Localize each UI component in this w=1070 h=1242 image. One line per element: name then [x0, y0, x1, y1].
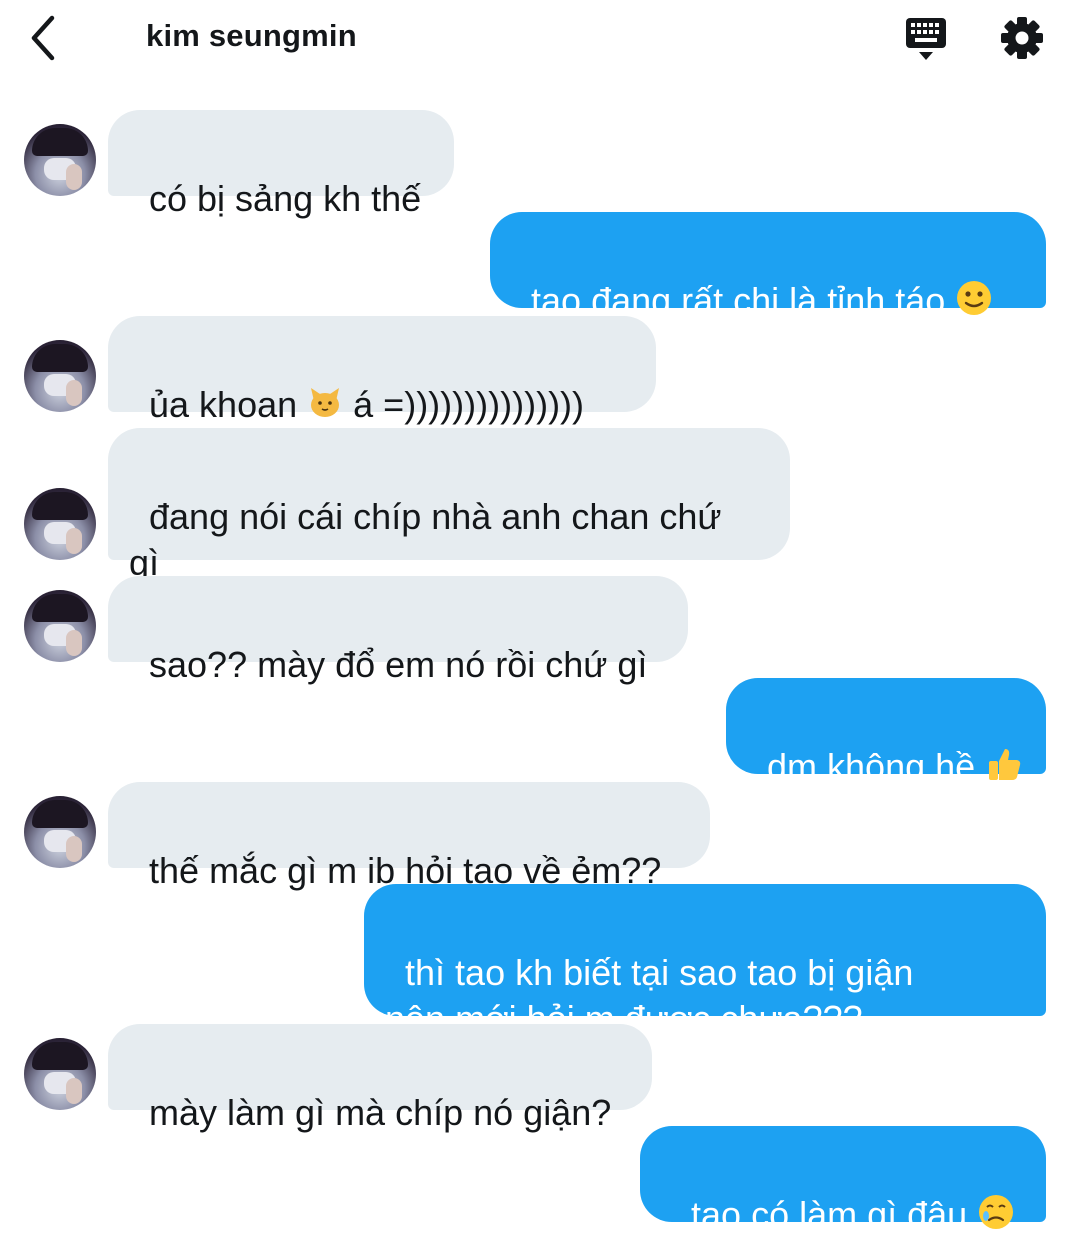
sender-avatar[interactable]	[24, 488, 96, 560]
message-text: sao?? mày đổ em nó rồi chứ gì	[149, 644, 648, 685]
face-holding-back-tears-icon	[977, 1193, 1015, 1242]
message-text-after: á =)))))))))))))))	[343, 384, 585, 425]
message-text: có bị sảng kh thế	[149, 178, 422, 219]
message-text: tao có làm gì đâu	[691, 1194, 978, 1235]
sent-message-bubble[interactable]: tao có làm gì đâu	[640, 1126, 1046, 1235]
gear-icon	[1001, 17, 1043, 59]
sent-message-bubble[interactable]: dm không hề	[726, 678, 1046, 787]
received-message-bubble[interactable]: ủa khoan á =)))))))))))))))	[108, 316, 656, 425]
conversation-title[interactable]: kim seungmin	[146, 18, 357, 54]
back-button[interactable]	[20, 12, 68, 64]
sender-avatar[interactable]	[24, 340, 96, 412]
conversation-header: kim seungmin	[0, 0, 1070, 80]
message-text: tao đang rất chi là tỉnh táo	[531, 280, 956, 321]
cat-face-icon	[307, 384, 343, 431]
sender-avatar[interactable]	[24, 1038, 96, 1110]
thumbs-up-icon	[985, 745, 1023, 794]
message-text: mày làm gì mà chíp nó giận?	[149, 1092, 612, 1133]
chevron-left-icon	[31, 15, 55, 61]
sender-avatar[interactable]	[24, 124, 96, 196]
received-message-bubble[interactable]: sao?? mày đổ em nó rồi chứ gì	[108, 576, 688, 685]
received-message-bubble[interactable]: có bị sảng kh thế	[108, 110, 454, 219]
keyboard-icon	[906, 18, 946, 60]
sender-avatar[interactable]	[24, 590, 96, 662]
sent-message-bubble[interactable]: thì tao kh biết tại sao tao bị giận nên …	[364, 884, 1046, 1039]
message-text: dm không hề	[767, 746, 986, 787]
received-message-bubble[interactable]: đang nói cái chíp nhà anh chan chứ gì	[108, 428, 790, 583]
slightly-smiling-face-icon	[955, 279, 993, 328]
keyboard-toggle-button[interactable]	[898, 14, 954, 64]
received-message-bubble[interactable]: mày làm gì mà chíp nó giận?	[108, 1024, 652, 1133]
message-text: đang nói cái chíp nhà anh chan chứ gì	[129, 496, 722, 583]
sent-message-bubble[interactable]: tao đang rất chi là tỉnh táo	[490, 212, 1046, 321]
settings-button[interactable]	[996, 12, 1048, 64]
sender-avatar[interactable]	[24, 796, 96, 868]
received-message-bubble[interactable]: thế mắc gì m ib hỏi tao về ẻm??	[108, 782, 710, 891]
message-text: ủa khoan	[149, 384, 308, 425]
